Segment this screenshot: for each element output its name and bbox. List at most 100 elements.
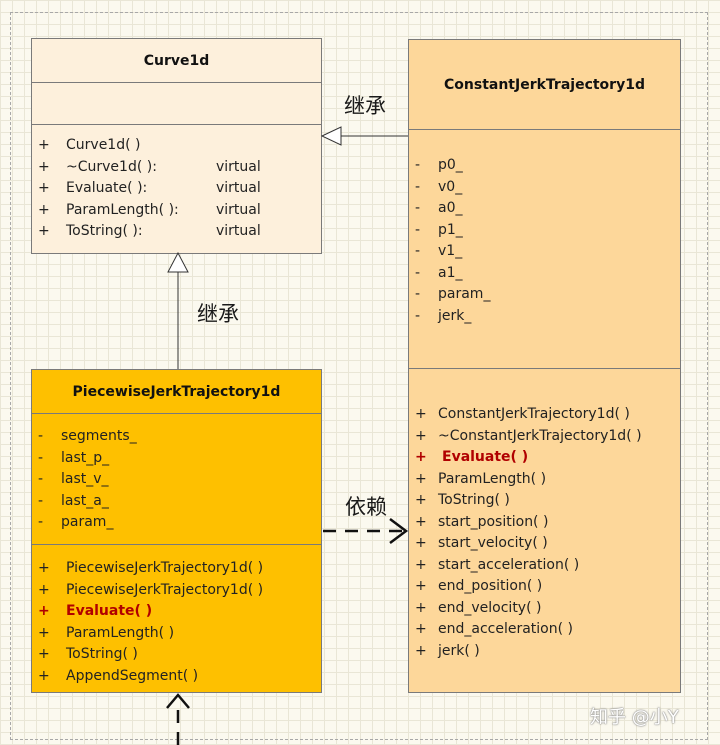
attribute-row[interactable]: - param_ <box>409 284 680 306</box>
visibility-marker: - <box>415 221 421 238</box>
operation-row[interactable]: + ToString( ) <box>409 490 680 512</box>
attribute-row[interactable]: - v0_ <box>409 177 680 199</box>
attribute-row[interactable]: - last_a_ <box>32 491 321 513</box>
member-name: ConstantJerkTrajectory1d( ) <box>438 406 630 422</box>
member-name: p1_ <box>438 221 463 238</box>
operation-row[interactable]: + Curve1d( ) <box>32 135 321 157</box>
member-name: ~Curve1d( ): <box>66 158 157 175</box>
operation-row[interactable]: + end_acceleration( ) <box>409 619 680 641</box>
class-piecewise-jerk-trajectory1d[interactable]: PiecewiseJerkTrajectory1d - segments_ - las… <box>31 369 322 693</box>
member-name: ParamLength( ) <box>66 624 175 641</box>
visibility-marker: + <box>415 535 427 551</box>
member-name: last_a_ <box>61 492 109 509</box>
operation-row[interactable]: + ToString( ) <box>32 644 321 666</box>
member-name: Evaluate( ) <box>66 603 153 619</box>
visibility-marker: + <box>38 646 50 662</box>
dependency-label: 依赖 <box>345 495 387 519</box>
operation-row[interactable]: + PiecewiseJerkTrajectory1d( ) <box>32 580 321 602</box>
visibility-marker: + <box>415 427 427 444</box>
inherit-label-down: 继承 <box>197 302 239 326</box>
operation-row[interactable]: + Evaluate( ) <box>32 601 321 623</box>
attribute-row[interactable]: - a0_ <box>409 198 680 220</box>
visibility-marker: - <box>415 286 421 302</box>
visibility-marker: - <box>38 449 44 466</box>
class-constant-jerk-trajectory1d[interactable]: ConstantJerkTrajectory1d - p0_ - v0_ - a0_ - p1… <box>408 39 681 693</box>
member-name: start_position( ) <box>438 513 549 530</box>
attribute-row[interactable]: - param_ <box>32 512 321 534</box>
member-modifier: virtual <box>216 158 261 175</box>
attributes-section: - segments_ - last_p_ - last_v_ - last_a_ - param… <box>32 414 321 545</box>
member-modifier: virtual <box>216 223 261 239</box>
operation-row[interactable]: + ToString( ): virtual <box>32 221 321 243</box>
attribute-row[interactable]: - last_p_ <box>32 448 321 470</box>
member-name: p0_ <box>438 157 463 173</box>
attribute-row[interactable]: - last_v_ <box>32 469 321 491</box>
operation-row[interactable]: + ParamLength( ) <box>32 623 321 645</box>
member-name: PiecewiseJerkTrajectory1d( ) <box>66 560 264 576</box>
visibility-marker: + <box>38 603 50 619</box>
attribute-row[interactable]: - p0_ <box>409 155 680 177</box>
attribute-row[interactable]: - a1_ <box>409 263 680 285</box>
visibility-marker: - <box>415 264 421 281</box>
attribute-row[interactable]: - jerk_ <box>409 306 680 328</box>
attributes-section <box>32 83 321 125</box>
visibility-marker: + <box>415 513 427 530</box>
operation-row[interactable]: + Evaluate( ): virtual <box>32 178 321 200</box>
class-title: ConstantJerkTrajectory1d <box>409 40 680 130</box>
member-name: a0_ <box>438 200 463 216</box>
visibility-marker: + <box>415 578 427 594</box>
member-name: start_acceleration( ) <box>438 556 580 573</box>
operations-section: + Curve1d( ) + ~Curve1d( ): virtual + Evaluate… <box>32 125 321 243</box>
operation-row[interactable]: + end_velocity( ) <box>409 598 680 620</box>
operation-row[interactable]: + ConstantJerkTrajectory1d( ) <box>409 404 680 426</box>
operation-row[interactable]: + start_velocity( ) <box>409 533 680 555</box>
member-name: Curve1d( ) <box>66 137 141 153</box>
operation-row[interactable]: + PiecewiseJerkTrajectory1d( ) <box>32 558 321 580</box>
operation-row[interactable]: + ~Curve1d( ): virtual <box>32 157 321 179</box>
attribute-row[interactable]: - segments_ <box>32 426 321 448</box>
member-name: Evaluate( ): <box>66 180 148 196</box>
visibility-marker: + <box>38 560 50 576</box>
operation-row[interactable]: + ~ConstantJerkTrajectory1d( ) <box>409 426 680 448</box>
visibility-marker: + <box>415 406 427 422</box>
operation-row[interactable]: + ParamLength( ) <box>409 469 680 491</box>
watermark: 知乎 @小Y <box>590 707 679 728</box>
visibility-marker: + <box>415 599 427 616</box>
member-name: segments_ <box>61 428 137 444</box>
visibility-marker: + <box>415 642 427 659</box>
operation-row[interactable]: + end_position( ) <box>409 576 680 598</box>
visibility-marker: - <box>38 514 44 530</box>
attribute-row[interactable]: - v1_ <box>409 241 680 263</box>
member-name: ~ConstantJerkTrajectory1d( ) <box>438 427 642 444</box>
visibility-marker: - <box>38 428 44 444</box>
visibility-marker: + <box>38 223 50 239</box>
class-title: PiecewiseJerkTrajectory1d <box>32 370 321 414</box>
operation-row[interactable]: + start_position( ) <box>409 512 680 534</box>
member-name: ToString( ) <box>438 492 510 508</box>
visibility-marker: - <box>415 157 421 173</box>
attribute-row[interactable]: - p1_ <box>409 220 680 242</box>
member-name: jerk( ) <box>438 642 480 659</box>
operation-row[interactable]: + start_acceleration( ) <box>409 555 680 577</box>
member-name: ToString( ): <box>66 223 143 239</box>
member-name: ParamLength( ): <box>66 201 179 218</box>
visibility-marker: - <box>415 178 421 195</box>
member-name: end_position( ) <box>438 578 543 594</box>
member-name: PiecewiseJerkTrajectory1d( ) <box>66 581 264 598</box>
attributes-section: - p0_ - v0_ - a0_ - p1_ - v1_ - a1_ - param_ - jerk_ <box>409 130 680 369</box>
visibility-marker: + <box>38 201 50 218</box>
member-name: end_velocity( ) <box>438 599 542 616</box>
operations-section: + ConstantJerkTrajectory1d( ) + ~ConstantJe… <box>409 369 680 662</box>
operation-row[interactable]: + jerk( ) <box>409 641 680 663</box>
inherit-label-right: 继承 <box>344 94 386 118</box>
member-name: end_acceleration( ) <box>438 621 573 637</box>
member-name: start_velocity( ) <box>438 535 548 551</box>
operation-row[interactable]: + Evaluate( ) <box>409 447 680 469</box>
class-curve1d[interactable]: Curve1d + Curve1d( ) + ~Curve1d( ): virtual +… <box>31 38 322 254</box>
member-name: v1_ <box>438 243 463 259</box>
operation-row[interactable]: + AppendSegment( ) <box>32 666 321 688</box>
operations-section: + PiecewiseJerkTrajectory1d( ) + PiecewiseJ… <box>32 545 321 687</box>
visibility-marker: + <box>38 667 50 684</box>
member-name: param_ <box>61 514 114 530</box>
operation-row[interactable]: + ParamLength( ): virtual <box>32 200 321 222</box>
